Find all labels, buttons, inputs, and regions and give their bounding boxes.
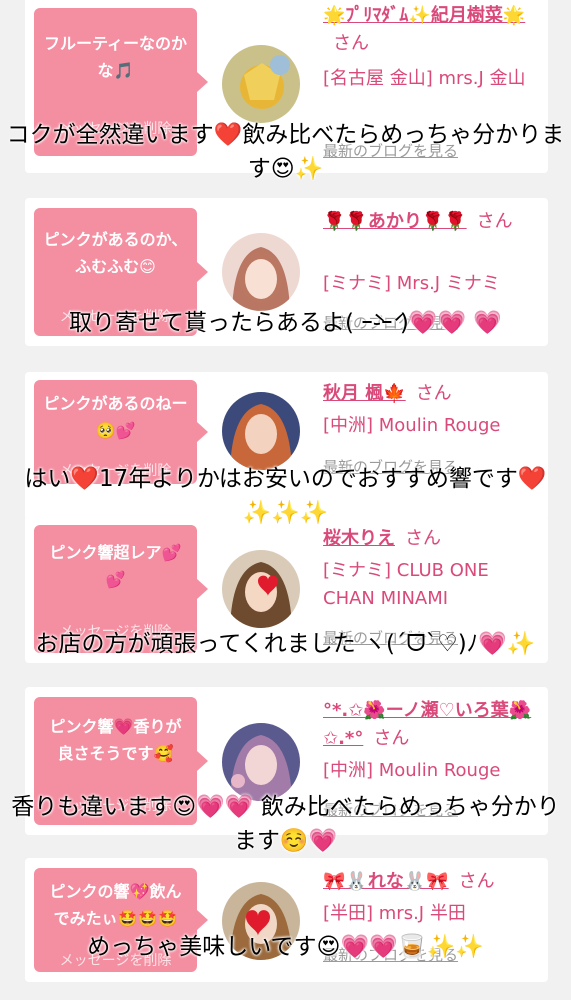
- avatar[interactable]: [222, 45, 300, 123]
- message-text: ピンクがあるのねー🥺💕: [43, 394, 188, 440]
- avatar[interactable]: [222, 233, 300, 311]
- avatar[interactable]: [222, 392, 300, 470]
- avatar[interactable]: [222, 550, 300, 628]
- hostess-name[interactable]: °*.✩🌺ーノ瀬♡いろ葉🌺✩.*°: [323, 700, 531, 749]
- reply-caption: 取り寄せて貰ったらあるよ( ｰ̀֊ｰ́ )💗💗 💗: [68, 310, 503, 336]
- message-text: ピンク響💗香りが良さそうです🥰: [49, 717, 182, 763]
- hostess-name[interactable]: 🌹🌹あかり🌹🌹: [323, 211, 467, 232]
- reply-caption: めっちゃ美味しいです😍💗💗🥃✨✨: [87, 934, 484, 960]
- shop-name: [ミナミ] CLUB ONE CHAN MINAMI: [323, 560, 489, 609]
- message-text: フルーティーなのかな🎵: [43, 34, 188, 80]
- hostess-name-line: 秋月 楓🍁 さん: [323, 380, 538, 408]
- hostess-name[interactable]: 秋月 楓🍁: [323, 383, 406, 404]
- honorific: さん: [476, 211, 513, 232]
- reply-caption: 香りも違います😍💗💗 飲み比べたらめっちゃ分かります☺️💗: [11, 794, 560, 854]
- hostess-name-line: 🌟ﾌﾟﾘﾏﾀﾞﾑ✨紀月樹菜🌟 さん: [323, 2, 538, 58]
- shop-name: [中洲] Moulin Rouge: [323, 760, 501, 781]
- message-text: ピンクがあるのか、ふむふむ😊: [43, 230, 188, 276]
- shop-name: [名古屋 金山] mrs.J 金山: [323, 68, 526, 89]
- hostess-name[interactable]: 🌟ﾌﾟﾘﾏﾀﾞﾑ✨紀月樹菜🌟: [323, 5, 525, 26]
- reply-caption: はい❤️17年よりかはお安いのでおすすめ響です❤️✨✨✨: [24, 466, 547, 526]
- honorific: さん: [415, 383, 452, 404]
- hostess-name-line: °*.✩🌺ーノ瀬♡いろ葉🌺✩.*° さん: [323, 697, 538, 753]
- shop-name: [中洲] Moulin Rouge: [323, 415, 501, 436]
- reply-caption: お店の方が頑張ってくれました ヽ(ˊᗜˋ♡)ﾉ💗✨: [35, 631, 536, 657]
- hostess-name-line: 🎀🐰れな🐰🎀 さん: [323, 868, 538, 896]
- shop-name: [ミナミ] Mrs.J ミナミ: [323, 273, 500, 294]
- message-text: ピンクの響💖飲んでみたぃ🤩🤩🤩: [49, 882, 182, 928]
- hostess-name[interactable]: 🎀🐰れな🐰🎀: [323, 871, 449, 892]
- honorific: さん: [373, 728, 410, 749]
- shop-name: [半田] mrs.J 半田: [323, 903, 466, 924]
- honorific: さん: [458, 871, 495, 892]
- honorific: さん: [405, 528, 441, 549]
- reply-caption: コクが全然違います❤️飲み比べたらめっちゃ分かります😍✨: [6, 122, 565, 182]
- hostess-name-line: 🌹🌹あかり🌹🌹 さん: [323, 208, 538, 236]
- message-text: ピンク響超レア💕💕: [49, 543, 182, 589]
- hostess-name[interactable]: 桜木りえ: [323, 528, 395, 549]
- honorific: さん: [333, 33, 369, 54]
